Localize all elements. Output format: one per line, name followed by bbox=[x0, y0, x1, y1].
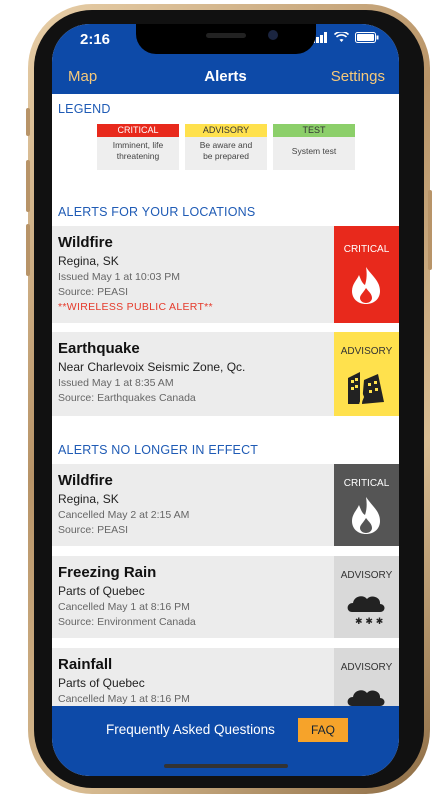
critical-badge: CRITICAL bbox=[334, 226, 399, 323]
wireless-alert-note: **WIRELESS PUBLIC ALERT** bbox=[58, 301, 213, 313]
alert-text: Wildfire Regina, SK Cancelled May 2 at 2… bbox=[58, 472, 328, 536]
fire-icon bbox=[352, 497, 380, 534]
legend-desc-line: be prepared bbox=[203, 151, 249, 161]
alert-source: Source: Environment Canada bbox=[58, 616, 196, 628]
alert-cancelled: Cancelled May 2 at 2:15 AM bbox=[58, 509, 190, 521]
alert-title: Freezing Rain bbox=[58, 564, 157, 581]
alert-source: Source: Earthquakes Canada bbox=[58, 392, 196, 404]
legend-desc-line: System test bbox=[291, 146, 337, 156]
volume-up-button bbox=[26, 160, 30, 212]
critical-badge-inactive: CRITICAL bbox=[334, 464, 399, 546]
legend-advisory: ADVISORY Be aware and be prepared bbox=[185, 124, 267, 170]
legend-critical: CRITICAL Imminent, life threatening bbox=[97, 124, 179, 170]
battery-icon bbox=[355, 32, 379, 43]
faq-link-text[interactable]: Frequently Asked Questions bbox=[106, 722, 275, 737]
alert-source: Source: PEASI bbox=[58, 524, 129, 536]
advisory-badge-inactive: ADVISORY ✱ ✱ ✱ bbox=[334, 556, 399, 638]
freezing-rain-icon: ✱ ✱ ✱ bbox=[347, 596, 385, 627]
settings-button[interactable]: Settings bbox=[331, 68, 385, 85]
top-bar: 2:16 Map Alerts Settings bbox=[52, 24, 399, 94]
alert-cancelled: Cancelled May 1 at 8:16 PM bbox=[58, 601, 190, 613]
alert-location: Near Charlevoix Seismic Zone, Qc. bbox=[58, 360, 246, 374]
alert-text: Wildfire Regina, SK Issued May 1 at 10:0… bbox=[58, 234, 328, 313]
fire-icon bbox=[352, 267, 380, 304]
nav-bar: Map Alerts Settings bbox=[52, 64, 399, 90]
side-button bbox=[26, 108, 30, 136]
badge-label: ADVISORY bbox=[340, 346, 393, 357]
alert-location: Regina, SK bbox=[58, 492, 119, 506]
badge-label: CRITICAL bbox=[343, 478, 390, 489]
legend-desc: Be aware and be prepared bbox=[185, 137, 267, 162]
alert-title: Wildfire bbox=[58, 472, 113, 489]
alert-text: Earthquake Near Charlevoix Seismic Zone,… bbox=[58, 340, 328, 404]
legend-desc: Imminent, life threatening bbox=[97, 137, 179, 162]
alert-card[interactable]: Freezing Rain Parts of Quebec Cancelled … bbox=[52, 556, 399, 638]
alert-location: Parts of Quebec bbox=[58, 676, 145, 690]
status-time: 2:16 bbox=[80, 31, 111, 48]
legend-tag: ADVISORY bbox=[185, 124, 267, 137]
advisory-badge: ADVISORY bbox=[334, 332, 399, 416]
alert-title: Earthquake bbox=[58, 340, 140, 357]
legend-tag: CRITICAL bbox=[97, 124, 179, 137]
alert-text: Freezing Rain Parts of Quebec Cancelled … bbox=[58, 564, 328, 628]
earthquake-icon bbox=[348, 372, 384, 405]
speaker bbox=[206, 33, 246, 38]
badge-label: ADVISORY bbox=[340, 662, 393, 673]
alert-source: Source: PEASI bbox=[58, 286, 129, 298]
notch bbox=[136, 24, 316, 54]
legend-test: TEST System test bbox=[273, 124, 355, 170]
svg-text:✱ ✱ ✱: ✱ ✱ ✱ bbox=[355, 617, 383, 627]
legend-tag: TEST bbox=[273, 124, 355, 137]
legend-title: LEGEND bbox=[58, 102, 111, 116]
alert-text: Rainfall Parts of Quebec Cancelled May 1… bbox=[58, 656, 328, 705]
alert-cancelled: Cancelled May 1 at 8:16 PM bbox=[58, 693, 190, 705]
alert-title: Wildfire bbox=[58, 234, 113, 251]
legend-desc-line: Be aware and bbox=[199, 140, 253, 150]
legend-desc-line: Imminent, life bbox=[112, 140, 164, 150]
alert-card[interactable]: Earthquake Near Charlevoix Seismic Zone,… bbox=[52, 332, 399, 416]
alert-issued: Issued May 1 at 10:03 PM bbox=[58, 271, 180, 283]
status-icons bbox=[312, 32, 379, 43]
wifi-icon bbox=[334, 32, 349, 42]
section-active-title: ALERTS FOR YOUR LOCATIONS bbox=[58, 205, 256, 219]
screen: 2:16 Map Alerts Settings LEGEND CRITICAL… bbox=[52, 24, 399, 776]
camera bbox=[268, 30, 278, 40]
alert-card[interactable]: Rainfall Parts of Quebec Cancelled May 1… bbox=[52, 648, 399, 706]
power-button bbox=[428, 190, 432, 270]
alert-issued: Issued May 1 at 8:35 AM bbox=[58, 377, 174, 389]
badge-label: CRITICAL bbox=[343, 244, 390, 255]
footer-bar: Frequently Asked Questions FAQ bbox=[52, 706, 399, 776]
alert-card[interactable]: Wildfire Regina, SK Issued May 1 at 10:0… bbox=[52, 226, 399, 323]
legend-desc-line: threatening bbox=[116, 151, 160, 161]
alert-card[interactable]: Wildfire Regina, SK Cancelled May 2 at 2… bbox=[52, 464, 399, 546]
volume-down-button bbox=[26, 224, 30, 276]
alert-title: Rainfall bbox=[58, 656, 113, 673]
alert-location: Regina, SK bbox=[58, 254, 119, 268]
advisory-badge-inactive: ADVISORY bbox=[334, 648, 399, 706]
home-indicator[interactable] bbox=[164, 764, 288, 768]
badge-label: ADVISORY bbox=[340, 570, 393, 581]
alerts-list[interactable]: LEGEND CRITICAL Imminent, life threateni… bbox=[52, 94, 399, 706]
alert-location: Parts of Quebec bbox=[58, 584, 145, 598]
rain-icon bbox=[347, 690, 385, 706]
section-inactive-title: ALERTS NO LONGER IN EFFECT bbox=[58, 443, 259, 457]
legend-desc: System test bbox=[273, 137, 355, 157]
faq-button[interactable]: FAQ bbox=[298, 718, 348, 742]
